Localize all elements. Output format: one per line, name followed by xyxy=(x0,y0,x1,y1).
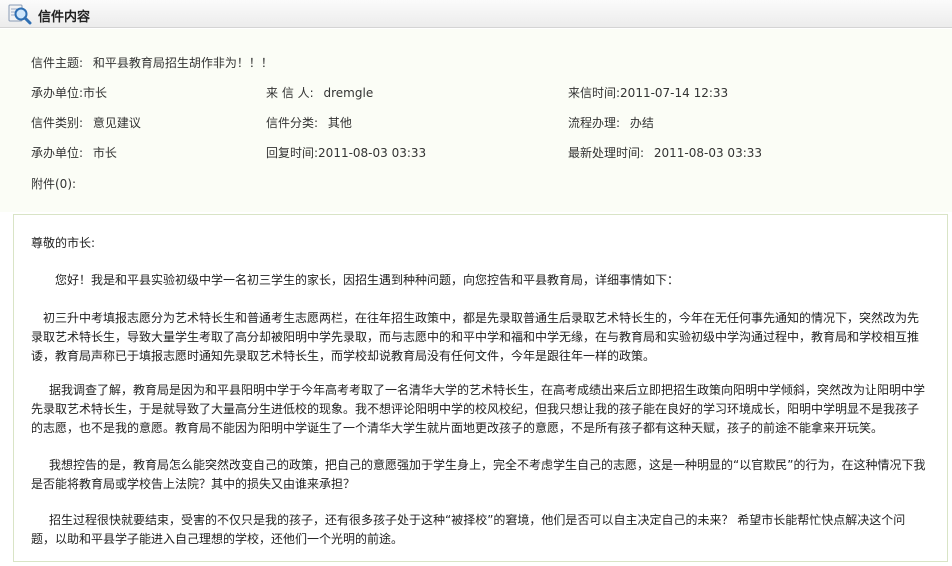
letter-content: 尊敬的市长: 您好！我是和平县实验初级中学一名初三学生的家长，因招生遇到种种问题… xyxy=(13,214,948,562)
handler2-value: 市长 xyxy=(92,146,117,160)
process-field: 流程办理: 办结 xyxy=(568,114,654,131)
sender-label: 来 信 人: xyxy=(266,86,314,100)
category-value: 意见建议 xyxy=(92,116,141,130)
attachment-label: 附件(0): xyxy=(31,177,77,191)
sent-time-label: 来信时间: xyxy=(568,86,621,100)
attachment-field: 附件(0): xyxy=(31,175,76,192)
subject-label: 信件主题: xyxy=(31,56,84,70)
letter-salutation: 尊敬的市长: xyxy=(31,236,96,250)
letter-paragraph: 招生过程很快就要结束，受害的不仅只是我的孩子，还有很多孩子处于这种“被择校”的窘… xyxy=(31,513,906,546)
classification-field: 信件分类: 其他 xyxy=(266,114,352,131)
letter-paragraph: 您好！我是和平县实验初级中学一名初三学生的家长，因招生遇到种种问题，向您控告和平… xyxy=(55,273,680,287)
sender-value: dremgle xyxy=(323,86,374,100)
subject-value: 和平县教育局招生胡作非为！！！ xyxy=(92,56,273,70)
classification-value: 其他 xyxy=(327,116,352,130)
reply-time-field: 回复时间:2011-08-03 03:33 xyxy=(266,144,426,161)
reply-time-label: 回复时间: xyxy=(266,146,319,160)
handler2-label: 承办单位: xyxy=(31,146,84,160)
sent-time-value: 2011-07-14 12:33 xyxy=(620,86,729,100)
latest-time-label: 最新处理时间: xyxy=(568,146,645,160)
letter-paragraph: 初三升中考填报志愿分为艺术特长生和普通考生志愿两栏，在往年招生政策中，都是先录取… xyxy=(31,311,920,363)
classification-label: 信件分类: xyxy=(266,116,319,130)
sent-time-field: 来信时间:2011-07-14 12:33 xyxy=(568,84,728,101)
handler1-field: 承办单位:市长 xyxy=(31,84,107,101)
latest-time-field: 最新处理时间: 2011-08-03 03:33 xyxy=(568,144,762,161)
subject-field: 信件主题: 和平县教育局招生胡作非为！！！ xyxy=(31,54,273,71)
reply-time-value: 2011-08-03 03:33 xyxy=(318,146,427,160)
letter-paragraph: 据我调查了解，教育局是因为和平县阳明中学于今年高考考取了一名清华大学的艺术特长生… xyxy=(31,383,926,435)
page-header: 信件内容 xyxy=(0,0,952,28)
category-field: 信件类别: 意见建议 xyxy=(31,114,141,131)
process-value: 办结 xyxy=(629,116,654,130)
page-title: 信件内容 xyxy=(38,10,91,25)
process-label: 流程办理: xyxy=(568,116,621,130)
handler2-field: 承办单位: 市长 xyxy=(31,144,117,161)
category-label: 信件类别: xyxy=(31,116,84,130)
handler1-value: 市长 xyxy=(83,86,108,100)
latest-time-value: 2011-08-03 03:33 xyxy=(653,146,763,160)
letter-meta-panel: 信件主题: 和平县教育局招生胡作非为！！！ 承办单位:市长 来 信 人: dre… xyxy=(0,29,952,212)
search-magnifier-icon xyxy=(8,4,32,25)
sender-field: 来 信 人: dremgle xyxy=(266,84,373,101)
letter-paragraph: 我想控告的是，教育局怎么能突然改变自己的政策，把自己的意愿强加于学生身上，完全不… xyxy=(31,458,926,491)
handler1-label: 承办单位: xyxy=(31,86,84,100)
